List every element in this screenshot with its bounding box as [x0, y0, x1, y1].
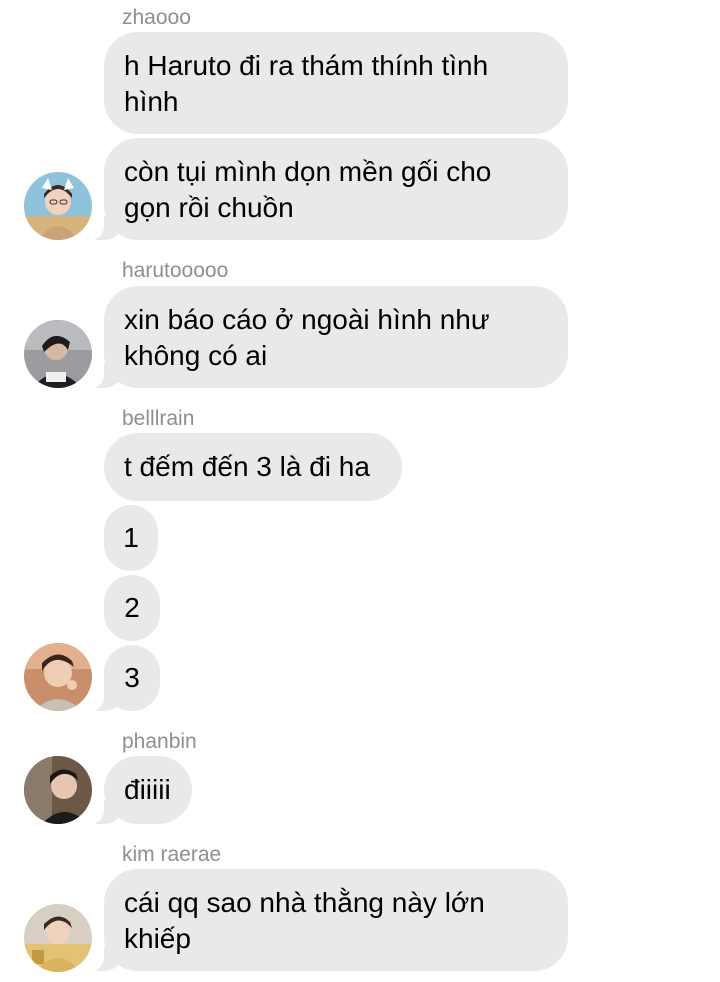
message-bubble[interactable]: cái qq sao nhà thằng này lớn khiếp — [86, 869, 568, 971]
message-text: 2 — [124, 592, 140, 623]
message-bubble[interactable]: 2 — [104, 575, 160, 641]
sender-name-harutooooo: harutooooo — [122, 259, 229, 282]
message-text-line: khiếp — [124, 923, 191, 954]
sender-name-zhaooo: zhaooo — [122, 6, 191, 29]
message-bubble[interactable]: còn tụi mình dọn mền gối cho gọn rồi chuồ… — [86, 138, 568, 240]
message-bubble[interactable]: 3 — [86, 645, 160, 711]
avatar-kim-raerae-icon[interactable] — [24, 904, 92, 972]
sender-name-phanbin: phanbin — [122, 730, 197, 753]
message-bubble[interactable]: điiiii — [86, 756, 192, 824]
message-text: điiiii — [124, 774, 171, 805]
message-text-line: hình — [124, 86, 179, 117]
avatar-harutooooo-icon[interactable] — [24, 320, 92, 388]
avatar-phanbin-icon[interactable] — [24, 756, 92, 824]
message-text-line: xin báo cáo ở ngoài hình như — [124, 304, 490, 335]
message-text-line: không có ai — [124, 340, 268, 371]
message-text-line: h Haruto đi ra thám thính tình — [124, 50, 489, 81]
message-text-line: cái qq sao nhà thằng này lớn — [124, 887, 485, 918]
message-text: 1 — [123, 522, 139, 553]
message-bubble[interactable]: xin báo cáo ở ngoài hình như không có ai — [86, 286, 568, 388]
message-text: t đếm đến 3 là đi ha — [124, 451, 370, 482]
sender-name-kim-raerae: kim raerae — [122, 843, 222, 866]
avatar-zhaooo-icon[interactable] — [24, 172, 92, 240]
message-bubble[interactable]: t đếm đến 3 là đi ha — [104, 433, 402, 501]
message-bubble[interactable]: h Haruto đi ra thám thính tình hình — [104, 32, 568, 134]
message-text: 3 — [124, 662, 140, 693]
message-text-line: còn tụi mình dọn mền gối cho — [124, 156, 492, 187]
sender-name-belllrain: belllrain — [122, 407, 195, 430]
message-text-line: gọn rồi chuồn — [124, 192, 294, 223]
message-bubble[interactable]: 1 — [104, 505, 158, 571]
avatar-belllrain-icon[interactable] — [24, 643, 92, 711]
